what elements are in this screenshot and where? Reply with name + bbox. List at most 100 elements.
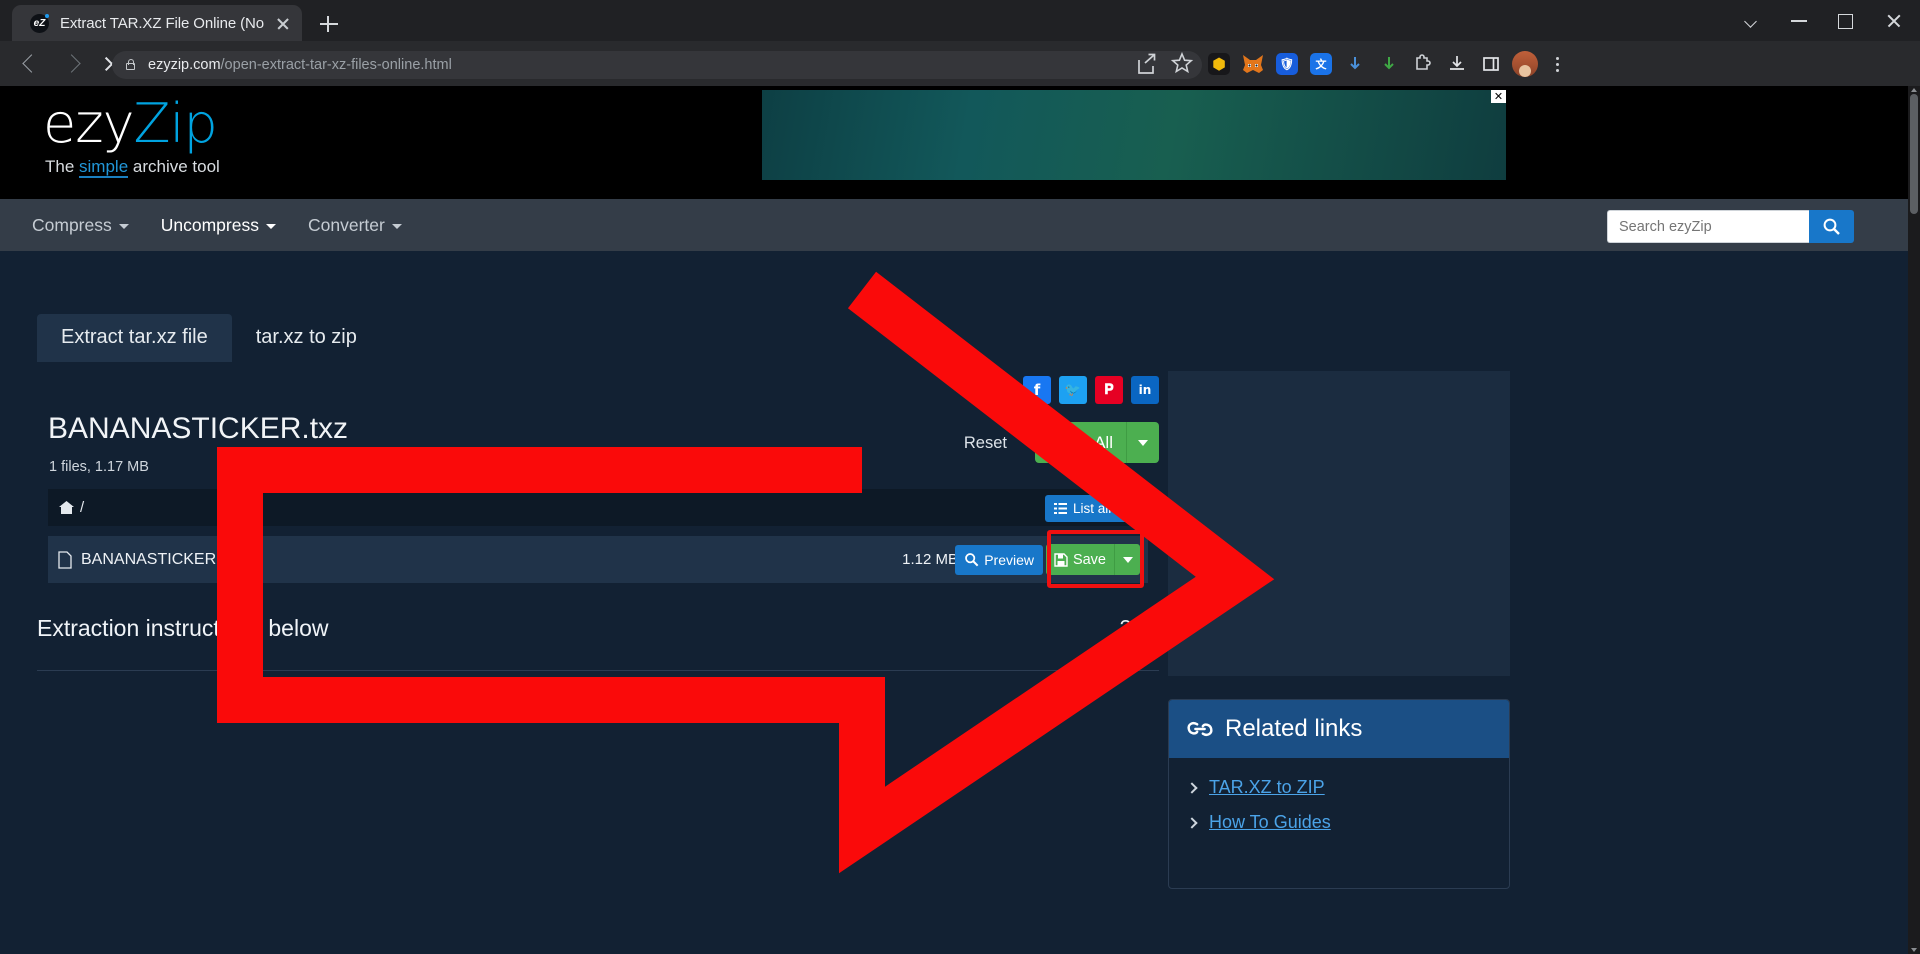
back-button[interactable] xyxy=(12,41,52,86)
tagline-emphasis: simple xyxy=(79,157,129,178)
logo-text-1: ezy xyxy=(43,92,135,155)
related-link-item[interactable]: How To Guides xyxy=(1169,805,1509,840)
omnibox-actions xyxy=(1128,44,1200,84)
logo-text-2: Zip xyxy=(133,92,218,155)
lock-icon xyxy=(126,58,135,70)
social-share-row: f 🐦 𝐏 in xyxy=(1023,376,1159,404)
instructions-title: Extraction instructions below xyxy=(37,615,329,641)
chrome-menu-button[interactable] xyxy=(1542,44,1572,84)
tab-extract-tarxz-file[interactable]: Extract tar.xz file xyxy=(37,314,232,362)
tagline-before: The xyxy=(45,157,80,176)
adchoices-close-icon[interactable]: ✕ xyxy=(1491,90,1506,103)
sidebar-item-uncompress[interactable]: Uncompress xyxy=(161,215,276,236)
panel-tabs: Extract tar.xz file tar.xz to zip xyxy=(37,314,1159,362)
download-green-icon[interactable] xyxy=(1372,44,1406,84)
page-scrollbar[interactable] xyxy=(1908,86,1920,954)
sidebar-item-converter[interactable]: Converter xyxy=(308,215,402,236)
close-icon[interactable] xyxy=(272,12,294,34)
site-nav: Compress Uncompress Converter xyxy=(0,199,1908,251)
file-icon xyxy=(58,550,72,569)
help-icon[interactable]: ? xyxy=(1120,617,1131,640)
bitwarden-extension-icon[interactable]: 🛡 xyxy=(1270,44,1304,84)
ad-banner[interactable]: ✕ xyxy=(762,90,1506,180)
avatar[interactable] xyxy=(1508,44,1542,84)
caret-up-icon[interactable] xyxy=(1145,625,1159,634)
chevron-down-icon xyxy=(265,224,276,229)
save-all-dropdown[interactable] xyxy=(1126,422,1159,463)
sidebar-ad-slot[interactable] xyxy=(1168,371,1510,676)
share-icon[interactable] xyxy=(1128,44,1164,84)
browser-tab[interactable]: eZ Extract TAR.XZ File Online (No li xyxy=(12,5,302,41)
search-button[interactable] xyxy=(1809,210,1854,243)
floppy-save-icon xyxy=(1054,552,1068,567)
page-viewport: ezyZip The simple archive tool ✕ Compres… xyxy=(0,86,1908,954)
row-save-dropdown[interactable] xyxy=(1114,544,1140,575)
scroll-up-arrow[interactable] xyxy=(1911,88,1917,92)
link-chain-icon xyxy=(1187,722,1213,736)
address-bar[interactable]: ezyzip.com/open-extract-tar-xz-files-onl… xyxy=(112,51,1202,79)
reset-button[interactable]: Reset xyxy=(964,434,1007,453)
related-link-label: How To Guides xyxy=(1209,812,1331,832)
url-domain: ezyzip.com xyxy=(148,57,221,73)
tab-title: Extract TAR.XZ File Online (No li xyxy=(60,14,268,32)
related-link-label: TAR.XZ to ZIP xyxy=(1209,777,1325,797)
scrollbar-thumb[interactable] xyxy=(1910,94,1918,214)
search-icon xyxy=(1823,218,1840,235)
save-all-label: Save All xyxy=(1051,432,1113,452)
breadcrumb-path: / xyxy=(80,499,85,516)
linkedin-share-button[interactable]: in xyxy=(1131,376,1159,404)
download-blue-icon[interactable] xyxy=(1338,44,1372,84)
url-path: /open-extract-tar-xz-files-online.html xyxy=(220,57,452,73)
breadcrumb: / xyxy=(48,489,1148,526)
tab-tarxz-to-zip[interactable]: tar.xz to zip xyxy=(232,314,381,362)
translate-extension-icon[interactable]: 文 xyxy=(1304,44,1338,84)
related-link-item[interactable]: TAR.XZ to ZIP xyxy=(1169,770,1509,805)
maximize-icon[interactable] xyxy=(1822,0,1868,41)
related-links-card: Related links TAR.XZ to ZIP How To Guide… xyxy=(1168,699,1510,889)
minimize-icon[interactable] xyxy=(1776,0,1822,41)
nav-label: Uncompress xyxy=(160,214,259,235)
chevron-down-icon xyxy=(1122,556,1133,563)
table-row: BANANASTICKER.bmp 1.12 MB Preview Save xyxy=(48,536,1148,583)
save-all-button[interactable]: Save All xyxy=(1034,422,1159,463)
chevron-right-icon xyxy=(1186,781,1198,794)
related-links-title: Related links xyxy=(1225,715,1363,742)
nav-label: Compress xyxy=(32,214,112,235)
site-tagline: The simple archive tool xyxy=(45,157,220,178)
new-tab-button[interactable] xyxy=(316,11,342,37)
twitter-share-button[interactable]: 🐦 xyxy=(1059,376,1087,404)
window-close-icon[interactable] xyxy=(1868,0,1920,41)
metamask-extension-icon[interactable] xyxy=(1236,44,1270,84)
site-logo[interactable]: ezyZip xyxy=(43,92,218,155)
chevron-down-icon[interactable] xyxy=(1730,0,1776,41)
scroll-down-arrow[interactable] xyxy=(1911,948,1917,952)
bnb-extension-icon[interactable]: ⬢ xyxy=(1202,44,1236,84)
extensions-puzzle-icon[interactable] xyxy=(1406,44,1440,84)
row-save-button[interactable]: Save xyxy=(1045,544,1140,575)
browser-window: eZ Extract TAR.XZ File Online (No li ezy… xyxy=(0,0,1920,954)
site-header: ezyZip The simple archive tool ✕ xyxy=(0,86,1908,199)
chevron-down-icon xyxy=(391,224,402,229)
search-icon xyxy=(965,553,979,567)
preview-button[interactable]: Preview xyxy=(955,544,1043,575)
file-size: 1.12 MB xyxy=(902,551,958,568)
row-save-label: Save xyxy=(1072,551,1106,568)
facebook-share-button[interactable]: f xyxy=(1023,376,1051,404)
search-input[interactable] xyxy=(1607,210,1809,243)
home-icon[interactable] xyxy=(58,500,75,515)
list-icon xyxy=(1053,503,1067,514)
downloads-tray-icon[interactable] xyxy=(1440,44,1474,84)
chevron-down-icon xyxy=(1138,439,1148,446)
side-panel-icon[interactable] xyxy=(1474,44,1508,84)
list-all-files-button[interactable]: List all files xyxy=(1044,495,1148,522)
forward-button[interactable] xyxy=(52,41,92,86)
bookmark-star-icon[interactable] xyxy=(1164,44,1200,84)
chevron-down-icon xyxy=(118,224,129,229)
file-name: BANANASTICKER.bmp xyxy=(81,550,252,568)
url-text: ezyzip.com/open-extract-tar-xz-files-onl… xyxy=(148,57,452,73)
pinterest-share-button[interactable]: 𝐏 xyxy=(1095,376,1123,404)
instructions-section: Extraction instructions below ? xyxy=(37,611,1159,671)
sidebar-item-compress[interactable]: Compress xyxy=(32,215,129,236)
archive-meta: 1 files, 1.17 MB xyxy=(49,459,149,475)
preview-label: Preview xyxy=(984,551,1034,568)
